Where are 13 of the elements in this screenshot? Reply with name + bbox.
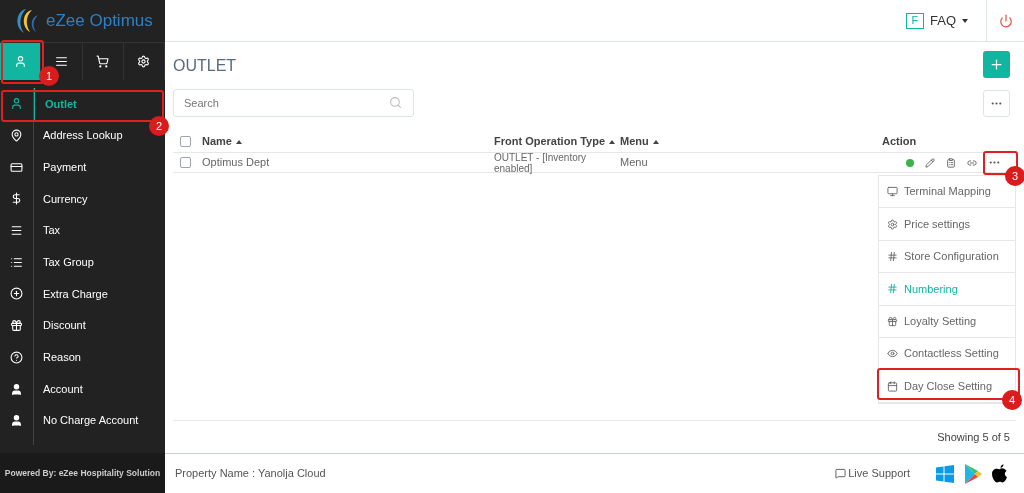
table-cell-text: OUTLET - [Inventory enabled] xyxy=(494,151,588,174)
property-name: Property Name : Yanolja Cloud xyxy=(175,466,327,482)
page-title: OUTLET xyxy=(173,56,237,76)
table-cell-text: Menu xyxy=(620,155,649,171)
step-number-tooltip: 3 xyxy=(1005,166,1024,186)
showing-count: Showing 5 of 5 xyxy=(937,429,1010,445)
column-header: Action xyxy=(882,134,917,150)
brand-name: eZee Optimus xyxy=(46,10,153,33)
step-number-tooltip: 4 xyxy=(1002,390,1022,410)
faq-badge: F xyxy=(906,12,924,29)
step-number-tooltip: 2 xyxy=(149,116,169,136)
powered-by-text: Powered By: eZee Hospitality Solution xyxy=(4,466,161,480)
table-cell-text: Optimus Dept xyxy=(202,155,271,171)
